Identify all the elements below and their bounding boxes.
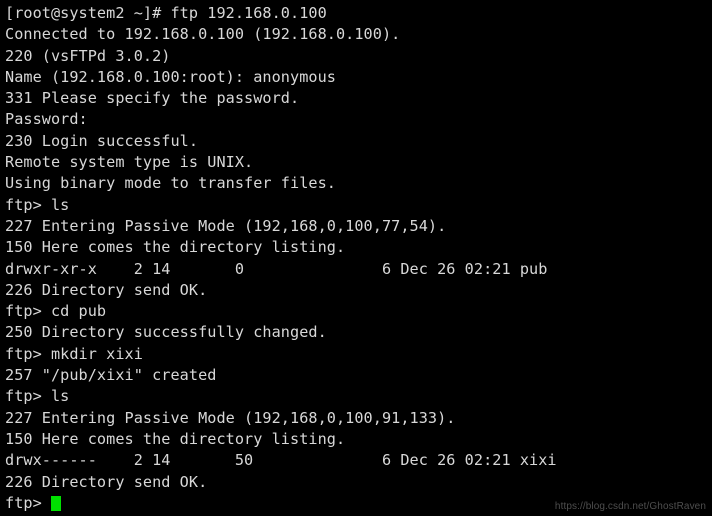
terminal-line: ftp> mkdir xixi (5, 344, 143, 363)
text-cursor (50, 495, 61, 511)
terminal-line: 227 Entering Passive Mode (192,168,0,100… (5, 216, 447, 235)
terminal-line: 230 Login successful. (5, 131, 199, 150)
terminal-line: drwxr-xr-x 2 14 0 6 Dec 26 02:21 pub (5, 259, 548, 278)
terminal-line: 227 Entering Passive Mode (192,168,0,100… (5, 408, 456, 427)
terminal-line: [root@system2 ~]# ftp 192.168.0.100 (5, 4, 327, 22)
watermark-text: https://blog.csdn.net/GhostRaven (554, 501, 706, 512)
terminal-window[interactable]: [root@system2 ~]# ftp 192.168.0.100 Conn… (0, 0, 712, 516)
terminal-line: Name (192.168.0.100:root): anonymous (5, 67, 336, 86)
terminal-line: ftp> ls (5, 387, 70, 406)
terminal-line: 150 Here comes the directory listing. (5, 238, 346, 257)
terminal-line: drwx------ 2 14 50 6 Dec 26 02:21 xixi (5, 451, 557, 470)
terminal-line: ftp> ls (5, 195, 70, 214)
terminal-line: Using binary mode to transfer files. (5, 174, 336, 193)
terminal-line: Password: (5, 110, 88, 129)
terminal-line: 331 Please specify the password. (5, 89, 300, 108)
terminal-line: 150 Here comes the directory listing. (5, 429, 346, 448)
terminal-line: 257 "/pub/xixi" created (5, 366, 217, 385)
terminal-line: 250 Directory successfully changed. (5, 323, 327, 342)
terminal-line: ftp> cd pub (5, 302, 107, 321)
prompt-label: ftp> (5, 493, 51, 512)
terminal-line: Remote system type is UNIX. (5, 153, 254, 172)
terminal-line: 226 Directory send OK. (5, 280, 208, 299)
terminal-line: 220 (vsFTPd 3.0.2) (5, 46, 171, 65)
terminal-line: Connected to 192.168.0.100 (192.168.0.10… (5, 25, 401, 44)
terminal-line: 226 Directory send OK. (5, 472, 208, 491)
